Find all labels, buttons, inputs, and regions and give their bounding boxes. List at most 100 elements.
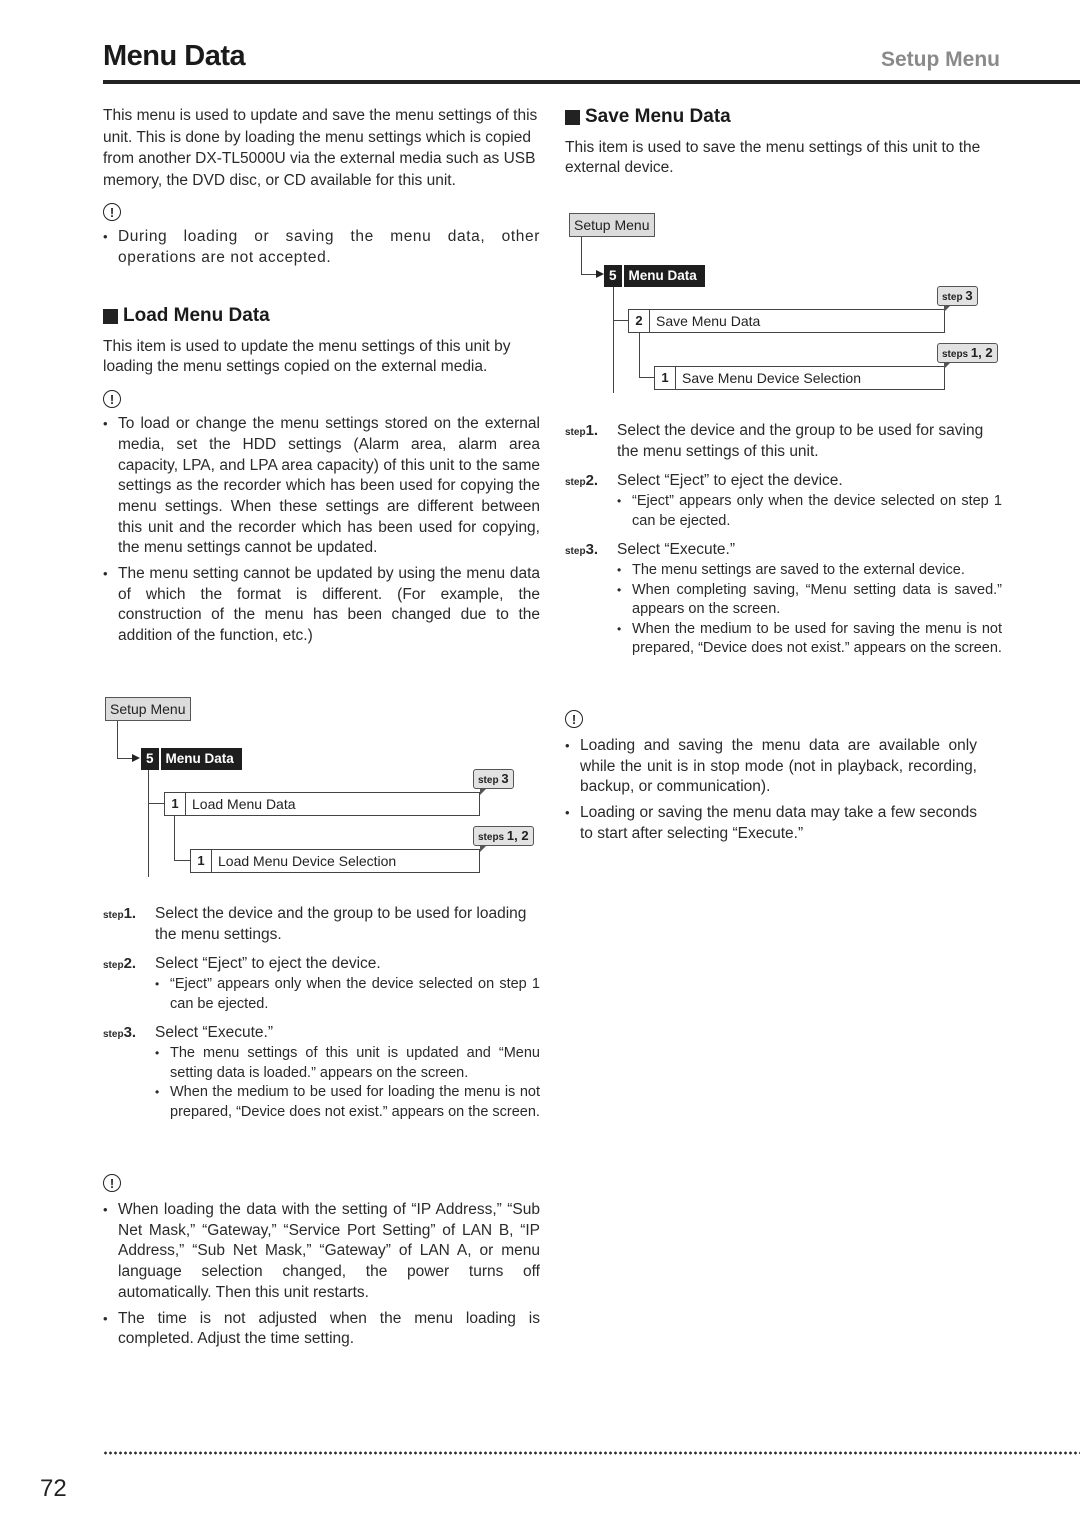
- save-section: Save Menu Data This item is used to save…: [565, 106, 1002, 179]
- step-text: Select “Execute.”: [155, 1024, 274, 1042]
- square-bullet-icon: [565, 109, 580, 125]
- notice-icon: !: [565, 710, 583, 728]
- steps-callout: steps 1, 2: [473, 826, 534, 852]
- arrow-right-icon: [596, 270, 604, 278]
- step-prefix: step: [565, 477, 586, 489]
- connector-line: [174, 815, 175, 860]
- notice-icon-glyph: !: [109, 391, 115, 407]
- callout-steps: 3: [501, 771, 509, 786]
- square-bullet-icon: [103, 308, 118, 324]
- load-steps: step1. Select the device and the group t…: [103, 904, 540, 1131]
- step-subnotes: The menu settings are saved to the exter…: [617, 561, 1002, 659]
- callout-prefix: steps: [478, 832, 505, 843]
- step-body: Select “Execute.” The menu settings of t…: [155, 1023, 540, 1122]
- step-label: step1.: [103, 904, 155, 945]
- save-description: This item is used to save the menu setti…: [565, 138, 981, 177]
- menu-data-box: 5 Menu Data: [141, 748, 242, 770]
- step-text: Select the device and the group to be us…: [617, 422, 984, 460]
- note-item: The time is not adjusted when the menu l…: [103, 1309, 540, 1350]
- load-notes-list: When loading the data with the setting o…: [103, 1200, 540, 1350]
- connector-line: [117, 721, 118, 759]
- callout-prefix: steps: [942, 349, 969, 360]
- step-body: Select the device and the group to be us…: [155, 904, 540, 945]
- item-label: Save Menu Data: [656, 313, 761, 329]
- save-steps: step1. Select the device and the group t…: [565, 421, 1002, 668]
- step-item: step3. Select “Execute.” The menu settin…: [565, 540, 1002, 659]
- item-label: Load Menu Device Selection: [218, 853, 397, 869]
- step-number: 2.: [123, 955, 137, 973]
- step-body: Select “Execute.” The menu settings are …: [617, 540, 1002, 659]
- notice-icon: !: [103, 203, 121, 221]
- load-heading: Load Menu Data: [103, 305, 540, 327]
- note-item: When loading the data with the setting o…: [103, 1200, 540, 1304]
- load-heading-text: Load Menu Data: [123, 305, 270, 326]
- load-menu-diagram: Setup Menu 5 Menu Data 1 Load Menu Data …: [105, 697, 540, 877]
- connector-line: [613, 320, 628, 321]
- step-item: step3. Select “Execute.” The menu settin…: [103, 1023, 540, 1122]
- notice-icon-glyph: !: [109, 204, 115, 220]
- item-number: 1: [655, 367, 676, 389]
- callout-steps: 1, 2: [506, 828, 529, 843]
- title-rule: [103, 80, 1080, 84]
- connector-line: [581, 274, 597, 275]
- sub-note: “Eject” appears only when the device sel…: [617, 492, 1002, 531]
- step-label: step1.: [565, 421, 617, 462]
- save-device-selection-item: 1 Save Menu Device Selection: [654, 366, 945, 390]
- load-section: Load Menu Data This item is used to upda…: [103, 305, 540, 652]
- save-heading-text: Save Menu Data: [585, 106, 731, 127]
- load-description: This item is used to update the menu set…: [103, 337, 511, 376]
- save-notes-list: Loading and saving the menu data are ava…: [565, 736, 977, 845]
- item-label: Load Menu Data: [192, 796, 296, 812]
- step-callout: step 3: [937, 286, 978, 312]
- note-item: The menu setting cannot be updated by us…: [103, 564, 540, 647]
- sub-note: When the medium to be used for loading t…: [155, 1083, 540, 1122]
- setup-menu-box: Setup Menu: [569, 213, 655, 237]
- arrow-right-icon: [132, 754, 140, 762]
- note-item: Loading or saving the menu data may take…: [565, 803, 977, 844]
- notice-icon-glyph: !: [109, 1175, 115, 1191]
- step-label: step2.: [565, 471, 617, 531]
- item-number: 1: [191, 850, 212, 872]
- load-device-selection-item: 1 Load Menu Device Selection: [190, 849, 480, 873]
- step-label: step2.: [103, 954, 155, 1014]
- notice-icon-glyph: !: [571, 711, 577, 727]
- intro-text: This menu is used to update and save the…: [103, 107, 538, 189]
- step-callout: step 3: [473, 769, 514, 795]
- step-prefix: step: [103, 960, 124, 972]
- intro-section: This menu is used to update and save the…: [103, 105, 540, 273]
- menu-number: 5: [604, 265, 624, 287]
- step-number: 1.: [123, 905, 137, 922]
- steps-callout: steps 1, 2: [937, 343, 998, 369]
- step-item: step1. Select the device and the group t…: [565, 421, 1002, 462]
- note-item: To load or change the menu settings stor…: [103, 414, 540, 559]
- step-label: step3.: [565, 540, 617, 659]
- load-notes-2: ! When loading the data with the setting…: [103, 1174, 540, 1355]
- step-prefix: step: [103, 1029, 124, 1041]
- load-notes: To load or change the menu settings stor…: [103, 414, 540, 647]
- step-prefix: step: [103, 910, 124, 921]
- step-text: Select “Eject” to eject the device.: [617, 472, 843, 490]
- step-body: Select the device and the group to be us…: [617, 421, 1002, 462]
- step-item: step2. Select “Eject” to eject the devic…: [103, 954, 540, 1014]
- step-text: Select “Eject” to eject the device.: [155, 955, 381, 973]
- note-item: Loading and saving the menu data are ava…: [565, 736, 977, 798]
- item-label: Save Menu Device Selection: [682, 370, 861, 386]
- save-menu-data-item: 2 Save Menu Data: [628, 309, 945, 333]
- footer-dotted-rule: [103, 1451, 1080, 1455]
- step-item: step2. Select “Eject” to eject the devic…: [565, 471, 1002, 531]
- step-body: Select “Eject” to eject the device. “Eje…: [617, 471, 1002, 531]
- step-subnotes: “Eject” appears only when the device sel…: [617, 492, 1002, 531]
- step-number: 3.: [585, 541, 599, 559]
- step-number: 1.: [585, 422, 599, 439]
- menu-data-box: 5 Menu Data: [604, 265, 705, 287]
- save-heading: Save Menu Data: [565, 106, 1002, 128]
- item-number: 1: [165, 793, 186, 815]
- connector-line: [148, 803, 164, 804]
- step-text: Select “Execute.”: [617, 541, 736, 559]
- page-title: Menu Data: [103, 40, 246, 72]
- sub-note: The menu settings of this unit is update…: [155, 1044, 540, 1083]
- step-subnotes: The menu settings of this unit is update…: [155, 1044, 540, 1122]
- connector-line: [117, 758, 133, 759]
- step-prefix: step: [565, 546, 586, 558]
- step-prefix: step: [565, 427, 586, 438]
